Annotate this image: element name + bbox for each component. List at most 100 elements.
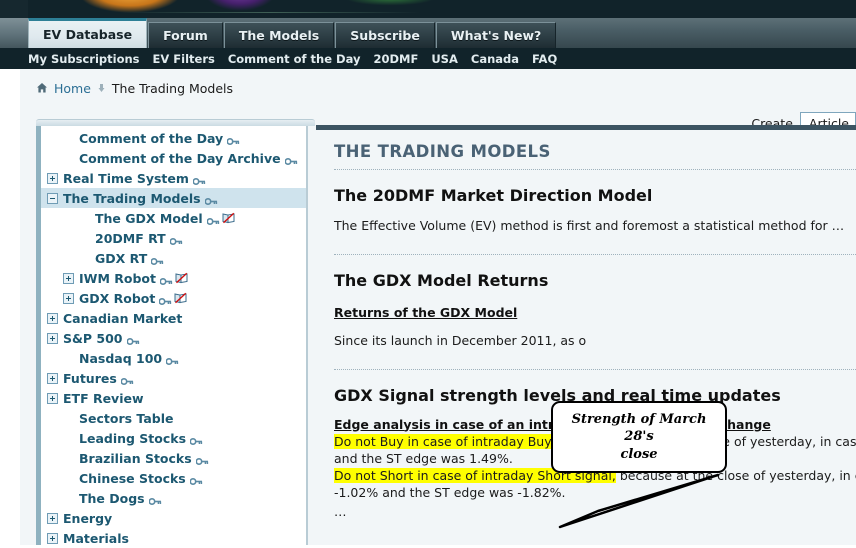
tab-bar-left-cap bbox=[0, 18, 28, 48]
expand-icon[interactable] bbox=[47, 532, 58, 544]
tab-subscribe[interactable]: Subscribe bbox=[335, 22, 435, 48]
sidebar-item-label: The GDX Model bbox=[95, 210, 203, 226]
expand-icon[interactable] bbox=[47, 392, 58, 404]
no-access-book-icon bbox=[222, 212, 235, 224]
sidebar-item-sectors-table[interactable]: Sectors Table bbox=[41, 408, 306, 428]
sidebar-item-20dmf-rt[interactable]: 20DMF RT bbox=[41, 228, 306, 248]
sidebar-item-gdx-rt[interactable]: GDX RT bbox=[41, 248, 306, 268]
tab-the-models[interactable]: The Models bbox=[223, 22, 335, 48]
breadcrumb-home-link[interactable]: Home bbox=[54, 81, 91, 96]
sidebar-item-label: Chinese Stocks bbox=[79, 470, 186, 486]
no-access-book-icon bbox=[175, 272, 188, 284]
sidebar-item-chinese-stocks[interactable]: Chinese Stocks bbox=[41, 468, 306, 488]
subnav-item-usa[interactable]: USA bbox=[431, 52, 458, 66]
key-icon bbox=[158, 294, 172, 305]
sidebar-top-cap bbox=[36, 119, 315, 126]
sidebar-item-comment-of-the-day[interactable]: Comment of the Day bbox=[41, 128, 306, 148]
callout-text: Strength of March 28's close bbox=[553, 411, 725, 464]
banner-divider-line bbox=[120, 12, 420, 13]
sidebar-item-futures[interactable]: Futures bbox=[41, 368, 306, 388]
subnav-item-faq[interactable]: FAQ bbox=[532, 52, 557, 66]
subnav-item-canada[interactable]: Canada bbox=[471, 52, 519, 66]
tab-label: What's New? bbox=[450, 28, 542, 43]
sidebar-item-label: Materials bbox=[63, 530, 129, 546]
sidebar-item-label: GDX Robot bbox=[79, 290, 156, 306]
sidebar-item-materials[interactable]: Materials bbox=[41, 528, 306, 548]
tab-label: EV Database bbox=[43, 27, 133, 42]
sidebar-item-label: Energy bbox=[63, 510, 113, 526]
sidebar-item-real-time-system[interactable]: Real Time System bbox=[41, 168, 306, 188]
sidebar-item-the-dogs[interactable]: The Dogs bbox=[41, 488, 306, 508]
subnav-item-20dmf[interactable]: 20DMF bbox=[373, 52, 418, 66]
expand-icon[interactable] bbox=[47, 372, 58, 384]
primary-tab-bar: EV Database Forum The Models Subscribe W… bbox=[0, 18, 856, 48]
section-heading-20dmf: The 20DMF Market Direction Model bbox=[334, 186, 653, 205]
expand-icon[interactable] bbox=[63, 292, 74, 304]
sidebar-item-label: Brazilian Stocks bbox=[79, 450, 192, 466]
key-icon bbox=[192, 174, 206, 185]
breadcrumb-separator-icon bbox=[97, 81, 106, 96]
sidebar-item-energy[interactable]: Energy bbox=[41, 508, 306, 528]
sidebar-item-iwm-robot[interactable]: IWM Robot bbox=[41, 268, 306, 288]
returns-of-gdx-model-link[interactable]: Returns of the GDX Model bbox=[334, 305, 517, 320]
key-icon bbox=[189, 434, 203, 445]
sidebar-item-label: Nasdaq 100 bbox=[79, 350, 163, 366]
callout-bubble: Strength of March 28's close bbox=[551, 401, 727, 473]
sidebar-item-leading-stocks[interactable]: Leading Stocks bbox=[41, 428, 306, 448]
sidebar-item-the-gdx-model[interactable]: The GDX Model bbox=[41, 208, 306, 228]
collapse-icon[interactable] bbox=[47, 192, 58, 204]
site-banner bbox=[0, 0, 856, 18]
breadcrumb-current: The Trading Models bbox=[111, 80, 234, 96]
no-access-book-icon bbox=[174, 292, 187, 304]
divider-2 bbox=[334, 253, 856, 255]
callout-line-1: Strength of March 28's bbox=[571, 411, 707, 445]
sidebar-item-label: Comment of the Day Archive bbox=[79, 150, 281, 166]
breadcrumb: Home The Trading Models bbox=[36, 79, 233, 97]
expand-icon[interactable] bbox=[47, 332, 58, 344]
sidebar-item-label: 20DMF RT bbox=[95, 230, 166, 246]
key-icon bbox=[150, 254, 164, 265]
sidebar-item-comment-of-the-day-archive[interactable]: Comment of the Day Archive bbox=[41, 148, 306, 168]
sidebar-item-the-trading-models[interactable]: The Trading Models bbox=[41, 188, 306, 208]
key-icon bbox=[284, 154, 298, 165]
sidebar-item-canadian-market[interactable]: Canadian Market bbox=[41, 308, 306, 328]
key-icon bbox=[189, 474, 203, 485]
banner-left-block bbox=[0, 0, 28, 18]
expand-icon[interactable] bbox=[47, 312, 58, 324]
page-container: Home The Trading Models Create Article C… bbox=[0, 69, 856, 548]
callout-line-2: close bbox=[620, 446, 658, 462]
key-icon bbox=[195, 454, 209, 465]
expand-icon[interactable] bbox=[47, 172, 58, 184]
subnav-item-ev-filters[interactable]: EV Filters bbox=[153, 52, 215, 66]
page-title: THE TRADING MODELS bbox=[334, 142, 551, 161]
key-icon bbox=[159, 274, 173, 285]
subnav-item-my-subscriptions[interactable]: My Subscriptions bbox=[28, 52, 140, 66]
divider-1 bbox=[334, 169, 856, 170]
expand-icon[interactable] bbox=[63, 272, 74, 284]
key-icon bbox=[148, 494, 162, 505]
subnav-item-comment-of-the-day[interactable]: Comment of the Day bbox=[228, 52, 361, 66]
secondary-nav-bar: My Subscriptions EV Filters Comment of t… bbox=[0, 48, 856, 69]
tab-list: EV Database Forum The Models Subscribe W… bbox=[28, 18, 557, 48]
page-inner: Home The Trading Models Create Article C… bbox=[20, 69, 856, 548]
tab-ev-database[interactable]: EV Database bbox=[28, 18, 148, 48]
sidebar-item-label: GDX RT bbox=[95, 250, 148, 266]
key-icon bbox=[169, 234, 183, 245]
sidebar-item-label: IWM Robot bbox=[79, 270, 156, 286]
tab-whats-new[interactable]: What's New? bbox=[435, 22, 557, 48]
sidebar-item-nasdaq-100[interactable]: Nasdaq 100 bbox=[41, 348, 306, 368]
tab-label: Forum bbox=[163, 28, 208, 43]
sidebar-item-label: Comment of the Day bbox=[79, 130, 224, 146]
sidebar-item-label: Leading Stocks bbox=[79, 430, 187, 446]
sidebar-item-brazilian-stocks[interactable]: Brazilian Stocks bbox=[41, 448, 306, 468]
sidebar-item-gdx-robot[interactable]: GDX Robot bbox=[41, 288, 306, 308]
sidebar-item-s-p-500[interactable]: S&P 500 bbox=[41, 328, 306, 348]
section-body-20dmf: The Effective Volume (EV) method is firs… bbox=[334, 218, 845, 233]
key-icon bbox=[206, 214, 220, 225]
key-icon bbox=[126, 334, 140, 345]
tab-forum[interactable]: Forum bbox=[148, 22, 223, 48]
sidebar-panel: Comment of the Day Comment of the Day Arc… bbox=[36, 119, 315, 548]
section-heading-gdx-returns: The GDX Model Returns bbox=[334, 270, 549, 290]
expand-icon[interactable] bbox=[47, 512, 58, 524]
sidebar-item-etf-review[interactable]: ETF Review bbox=[41, 388, 306, 408]
